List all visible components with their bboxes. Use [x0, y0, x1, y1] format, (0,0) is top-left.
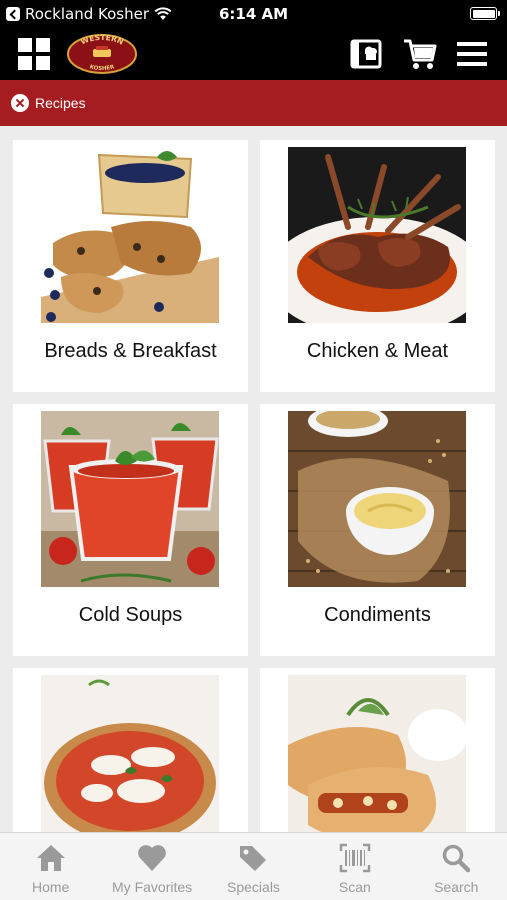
- category-title: Breads & Breakfast: [44, 340, 217, 362]
- tag-icon: [240, 846, 267, 871]
- tab-search[interactable]: Search: [406, 833, 507, 900]
- tab-specials[interactable]: Specials: [203, 833, 304, 900]
- app-screen: Rockland Kosher 6:14 AM WESTERN KOSHER R…: [0, 0, 507, 900]
- category-image: [41, 411, 219, 587]
- breadcrumb-label: Recipes: [35, 95, 86, 111]
- shopping-cart-icon[interactable]: [402, 36, 438, 72]
- category-image: [41, 147, 219, 323]
- hamburger-menu-icon[interactable]: [454, 36, 490, 72]
- category-title: Condiments: [324, 604, 431, 626]
- tab-label: Scan: [338, 879, 371, 895]
- tab-label: Search: [434, 879, 479, 895]
- recipe-book-icon[interactable]: [349, 36, 385, 72]
- status-bar: Rockland Kosher 6:14 AM: [0, 0, 507, 28]
- category-image: [41, 675, 219, 832]
- tab-label: Home: [32, 879, 70, 895]
- category-card-pastry[interactable]: [260, 668, 495, 832]
- close-icon[interactable]: [11, 94, 29, 112]
- bottom-tab-bar: Home My Favorites Specials Scan Search: [0, 832, 507, 900]
- category-card-breads-breakfast[interactable]: Breads & Breakfast: [13, 140, 248, 392]
- tab-scan[interactable]: Scan: [304, 833, 405, 900]
- app-header: WESTERN KOSHER: [0, 28, 507, 80]
- category-card-condiments[interactable]: Condiments: [260, 404, 495, 656]
- category-card-cold-soups[interactable]: Cold Soups: [13, 404, 248, 656]
- tab-label: My Favorites: [112, 879, 193, 895]
- category-title: Cold Soups: [78, 604, 183, 626]
- tab-label: Specials: [227, 879, 280, 895]
- category-card-chicken-meat[interactable]: Chicken & Meat: [260, 140, 495, 392]
- category-card-pizza[interactable]: [13, 668, 248, 832]
- status-time: 6:14 AM: [218, 5, 289, 23]
- battery-icon: [470, 7, 500, 20]
- recipe-category-grid: Breads & Breakfast Chicken & Meat Cold S…: [0, 126, 507, 832]
- western-kosher-logo[interactable]: WESTERN KOSHER: [66, 32, 138, 76]
- grid-menu-icon[interactable]: [18, 38, 50, 70]
- tab-my-favorites[interactable]: My Favorites: [101, 833, 202, 900]
- heart-icon: [138, 845, 166, 871]
- breadcrumb: Recipes: [0, 80, 507, 126]
- barcode-icon: [339, 843, 371, 873]
- category-image: [288, 411, 466, 587]
- tab-home[interactable]: Home: [0, 833, 101, 900]
- search-icon: [443, 844, 471, 873]
- home-icon: [36, 845, 65, 871]
- category-image: [288, 675, 466, 832]
- category-title: Chicken & Meat: [306, 340, 449, 362]
- category-image: [288, 147, 466, 323]
